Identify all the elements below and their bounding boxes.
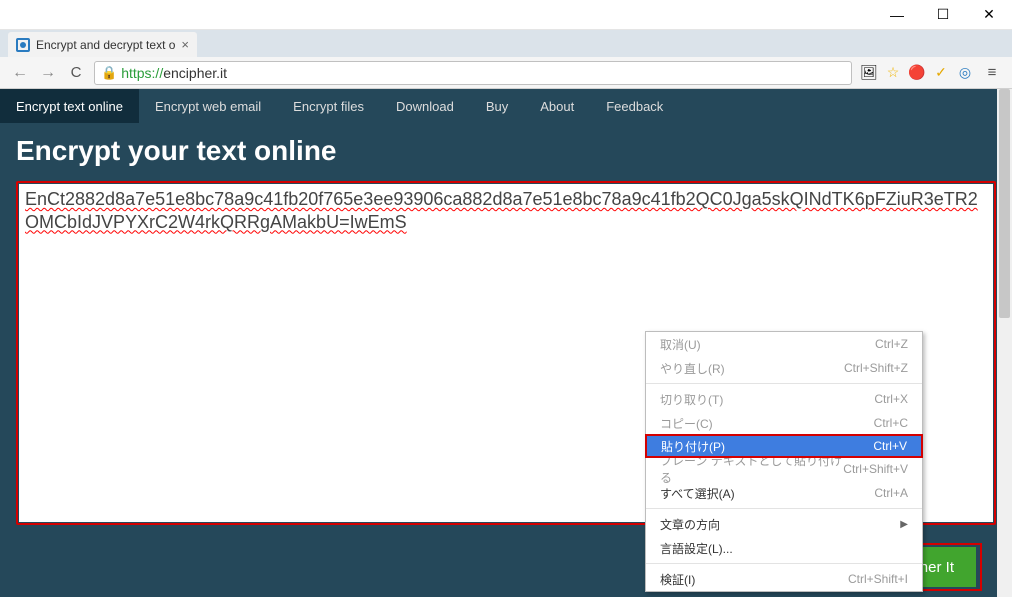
ctx-paste-plain[interactable]: プレーン テキストとして貼り付けるCtrl+Shift+V: [646, 457, 922, 481]
ctx-cut[interactable]: 切り取り(T)Ctrl+X: [646, 387, 922, 411]
ctx-sep: [646, 508, 922, 509]
ctx-sep: [646, 383, 922, 384]
window-maximize-button[interactable]: ☐: [920, 0, 966, 30]
submenu-arrow-icon: ▶: [900, 519, 908, 530]
nav-encrypt-files[interactable]: Encrypt files: [277, 89, 380, 123]
ext-icon-star[interactable]: ☆: [884, 64, 902, 82]
address-bar[interactable]: 🔒 https://encipher.it: [94, 61, 852, 85]
ctx-redo[interactable]: やり直し(R)Ctrl+Shift+Z: [646, 356, 922, 380]
url-protocol: https://: [121, 65, 163, 81]
nav-encrypt-text[interactable]: Encrypt text online: [0, 89, 139, 123]
ext-icon-image[interactable]: 🖼: [860, 64, 878, 82]
context-menu: 取消(U)Ctrl+Z やり直し(R)Ctrl+Shift+Z 切り取り(T)C…: [645, 331, 923, 592]
page-body: Encrypt text online Encrypt web email En…: [0, 89, 1012, 597]
nav-buy[interactable]: Buy: [470, 89, 524, 123]
nav-back-button[interactable]: ←: [10, 64, 30, 82]
page-title: Encrypt your text online: [16, 135, 996, 167]
favicon-icon: [16, 38, 30, 52]
nav-about[interactable]: About: [524, 89, 590, 123]
browser-tabstrip: Encrypt and decrypt text o ×: [0, 30, 1012, 57]
browser-toolbar: ← → C 🔒 https://encipher.it 🖼 ☆ 🔴 ✓ ◎ ≡: [0, 57, 1012, 89]
nav-feedback[interactable]: Feedback: [590, 89, 679, 123]
ctx-undo[interactable]: 取消(U)Ctrl+Z: [646, 332, 922, 356]
cipher-text-content: EnCt2882d8a7e51e8bc78a9c41fb20f765e3ee93…: [25, 189, 978, 232]
url-host: encipher.it: [163, 65, 227, 81]
extension-icons: 🖼 ☆ 🔴 ✓ ◎: [860, 64, 974, 82]
ctx-paste[interactable]: 貼り付け(P)Ctrl+V: [645, 434, 923, 458]
ctx-inspect[interactable]: 検証(I)Ctrl+Shift+I: [646, 567, 922, 591]
nav-encrypt-email[interactable]: Encrypt web email: [139, 89, 277, 123]
chrome-menu-button[interactable]: ≡: [982, 64, 1002, 81]
tab-title: Encrypt and decrypt text o: [36, 38, 175, 52]
reload-button[interactable]: C: [66, 64, 86, 81]
ext-icon-circle[interactable]: ◎: [956, 64, 974, 82]
nav-forward-button[interactable]: →: [38, 64, 58, 82]
ctx-copy[interactable]: コピー(C)Ctrl+C: [646, 411, 922, 435]
ext-icon-badge[interactable]: 🔴: [908, 64, 926, 82]
ext-icon-check[interactable]: ✓: [932, 64, 950, 82]
browser-tab[interactable]: Encrypt and decrypt text o ×: [8, 32, 197, 57]
site-nav: Encrypt text online Encrypt web email En…: [0, 89, 1012, 123]
ctx-text-direction[interactable]: 文章の方向▶: [646, 512, 922, 536]
ctx-sep: [646, 563, 922, 564]
ctx-language-settings[interactable]: 言語設定(L)...: [646, 536, 922, 560]
window-titlebar: — ☐ ✕: [0, 0, 1012, 30]
window-close-button[interactable]: ✕: [966, 0, 1012, 30]
nav-download[interactable]: Download: [380, 89, 470, 123]
vertical-scrollbar[interactable]: [997, 89, 1012, 597]
lock-icon: 🔒: [101, 65, 117, 81]
tab-close-icon[interactable]: ×: [181, 37, 189, 52]
window-minimize-button[interactable]: —: [874, 0, 920, 30]
